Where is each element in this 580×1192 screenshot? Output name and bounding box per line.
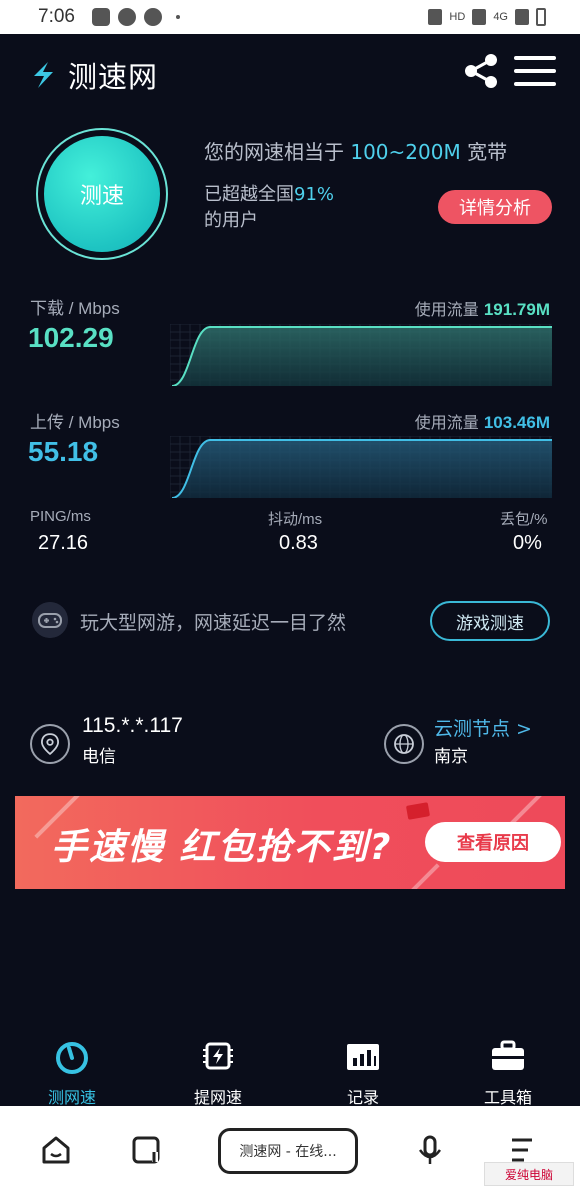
browser-tab-pill[interactable]: 测速网 - 在线... xyxy=(218,1128,358,1174)
watermark-logo: 爱纯电脑 xyxy=(484,1162,574,1186)
check-reason-button[interactable]: 查看原因 xyxy=(425,822,561,862)
battery-icon xyxy=(536,8,546,26)
share-icon[interactable] xyxy=(462,52,500,90)
location-pin-icon xyxy=(30,724,70,764)
surpass-text: 已超越全国91% 的用户 xyxy=(204,184,335,231)
app-logo: 测速网 xyxy=(26,54,158,96)
chip-boost-icon xyxy=(203,1042,233,1070)
surpass-percent: 91% xyxy=(294,184,335,205)
speed-test-button[interactable]: 测速 xyxy=(44,136,160,252)
nav-records[interactable]: 记录 xyxy=(313,1030,413,1108)
speedometer-icon xyxy=(56,1042,88,1074)
ip-address: 115.*.*.117 xyxy=(82,714,183,737)
signal-label: 4G xyxy=(493,11,508,23)
more-notifications-icon xyxy=(176,15,180,19)
status-time: 7:06 xyxy=(38,6,75,27)
loss-label: 丢包/% xyxy=(500,511,548,528)
upload-value: 55.18 xyxy=(28,436,99,467)
status-right: HD 4G xyxy=(428,8,546,26)
signal-icon xyxy=(515,9,529,25)
isp-name: 电信 xyxy=(82,747,116,767)
speed-summary: 您的网速相当于 100~200M 宽带 xyxy=(204,140,508,164)
nav-toolbox[interactable]: 工具箱 xyxy=(458,1030,558,1108)
speed-test-ring[interactable]: 测速 xyxy=(36,128,168,260)
ping-value: 27.16 xyxy=(38,532,89,554)
menu-icon[interactable] xyxy=(514,56,556,88)
speed-range: 100~200M xyxy=(350,140,461,164)
jitter-value: 0.83 xyxy=(279,532,318,554)
upload-graph xyxy=(170,436,552,498)
home-icon[interactable] xyxy=(40,1134,72,1166)
hd-label: HD xyxy=(449,11,466,23)
status-bar: 7:06 HD 4G xyxy=(0,0,580,34)
promo-banner[interactable]: 手速慢 红包抢不到? 查看原因 xyxy=(15,796,565,889)
loss-value: 0% xyxy=(513,532,542,554)
records-chart-icon xyxy=(347,1044,379,1070)
gamepad-icon xyxy=(32,602,68,638)
wifi-icon xyxy=(472,9,487,25)
upload-label: 上传 / Mbps xyxy=(30,413,120,432)
bottom-nav: 测网速 提网速 记录 工具箱 xyxy=(0,1030,580,1108)
ping-label: PING/ms xyxy=(30,508,91,525)
app-title: 测速网 xyxy=(68,60,159,94)
game-promo-text: 玩大型网游，网速延迟一目了然 xyxy=(80,612,347,634)
jitter-label: 抖动/ms xyxy=(268,511,323,528)
game-speed-test-button[interactable]: 游戏测速 xyxy=(430,601,550,641)
download-usage: 使用流量 191.79M xyxy=(414,300,550,319)
notification-icons xyxy=(92,8,180,26)
app-header: 测速网 xyxy=(0,34,580,114)
upload-usage: 使用流量 103.46M xyxy=(414,413,550,432)
test-node-link[interactable]: 云测节点 > xyxy=(434,714,532,741)
app-notification-icon xyxy=(118,8,136,26)
nav-speed-test[interactable]: 测网速 xyxy=(22,1030,122,1108)
red-envelope-icon xyxy=(405,802,431,820)
mute-icon xyxy=(428,9,443,25)
download-graph xyxy=(170,324,552,386)
banner-headline: 手速慢 红包抢不到? xyxy=(51,827,393,868)
toolbox-icon xyxy=(492,1040,524,1070)
upload-usage-value: 103.46M xyxy=(483,413,550,432)
download-usage-value: 191.79M xyxy=(483,300,550,319)
nav-boost-speed[interactable]: 提网速 xyxy=(168,1030,268,1108)
download-value: 102.29 xyxy=(28,322,114,353)
app-notification-icon xyxy=(144,8,162,26)
download-label: 下载 / Mbps xyxy=(30,299,120,318)
logo-s-icon xyxy=(34,62,53,88)
globe-icon xyxy=(384,724,424,764)
node-city: 南京 xyxy=(434,747,468,767)
tabs-icon[interactable] xyxy=(130,1134,162,1166)
gallery-icon xyxy=(92,8,110,26)
microphone-icon[interactable] xyxy=(414,1134,446,1166)
detail-analysis-button[interactable]: 详情分析 xyxy=(438,190,552,224)
